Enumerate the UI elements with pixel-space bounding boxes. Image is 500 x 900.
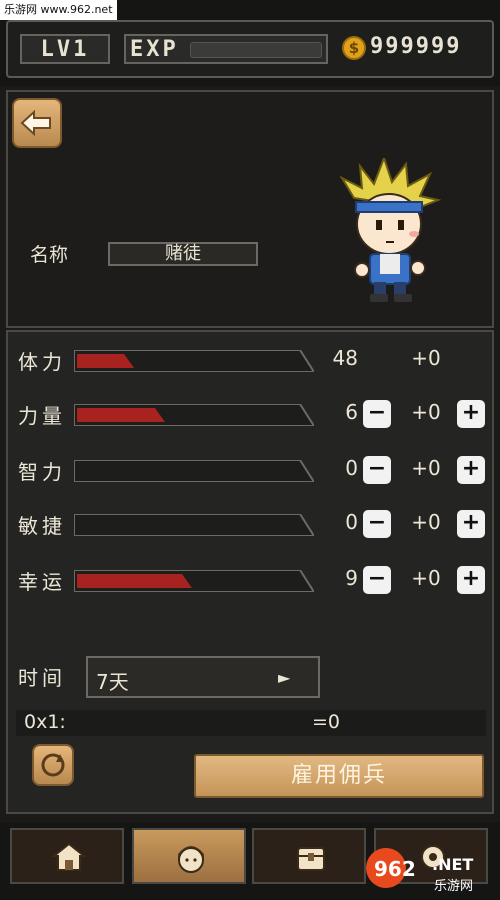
time-value: 7天 [96, 670, 129, 694]
back-arrow-icon [20, 109, 51, 137]
level-badge: LV1 [20, 34, 110, 64]
refresh-button[interactable] [32, 744, 74, 786]
stat-bonus: +0 [411, 400, 441, 424]
back-button[interactable] [12, 98, 62, 148]
cost-row: 0x1: =0 [16, 710, 486, 736]
refresh-icon [41, 753, 65, 777]
top-status-frame: LV1 EXP $ 999999 [6, 20, 494, 78]
stat-row: 智力 0− + +0 [8, 454, 492, 488]
stat-row: 敏捷 0− + +0 [8, 508, 492, 542]
coin-icon: $ [342, 36, 366, 60]
time-selector[interactable]: 7天 ► [86, 656, 320, 698]
stat-bar [74, 404, 314, 426]
stat-value: 0 [345, 456, 358, 480]
stat-bonus: +0 [411, 510, 441, 534]
character-panel: 名称 赌徒 [6, 90, 494, 328]
stat-bonus: +0 [411, 456, 441, 480]
stat-bar [74, 570, 314, 592]
site-watermark-logo: 962 .NET 乐游网 [366, 848, 473, 894]
stat-bar [74, 514, 314, 536]
nav-inventory-button[interactable] [252, 828, 366, 884]
stat-increase-button[interactable]: + [457, 400, 485, 428]
watermark-site-name: 乐游网 [434, 879, 473, 894]
stat-increase-button[interactable]: + [457, 566, 485, 594]
stat-bonus: +0 [411, 566, 441, 590]
stat-decrease-button[interactable]: − [363, 400, 391, 428]
stat-label: 智力 [18, 460, 66, 484]
watermark-top: 乐游网 www.962.net [0, 0, 117, 20]
stat-value: 9 [345, 566, 358, 590]
stat-bar [74, 460, 314, 482]
gold-amount: 999999 [370, 34, 462, 59]
nav-hero-button[interactable] [132, 828, 246, 884]
stat-label: 敏捷 [18, 514, 66, 538]
stat-decrease-button[interactable]: − [363, 566, 391, 594]
stat-value: 0 [345, 510, 358, 534]
watermark-logo-number: 962 [374, 857, 416, 881]
stat-label: 幸运 [18, 570, 66, 594]
stat-decrease-button[interactable]: − [363, 510, 391, 538]
mercenary-portrait [339, 158, 442, 302]
stat-row: 体力 48 +0 [8, 344, 492, 378]
house-icon [51, 842, 87, 871]
stat-value: 6 [345, 400, 358, 424]
stats-panel: 体力 48 +0 力量 6− + +0 智力 0− + +0 敏捷 0− + +0 幸运 9− + +0 时间 7天… [6, 330, 494, 814]
stat-bar [74, 350, 314, 372]
hire-mercenary-button[interactable]: 雇用佣兵 [194, 754, 484, 798]
name-field[interactable]: 赌徒 [108, 242, 258, 266]
exp-label: EXP [130, 37, 179, 62]
stat-decrease-button[interactable]: − [363, 456, 391, 484]
stat-row: 力量 6− + +0 [8, 398, 492, 432]
cost-formula: 0x1: [24, 711, 66, 733]
exp-panel: EXP [124, 34, 328, 64]
stat-increase-button[interactable]: + [457, 456, 485, 484]
time-next-arrow-icon[interactable]: ► [278, 668, 290, 687]
name-label: 名称 [30, 244, 69, 266]
stat-row: 幸运 9− + +0 [8, 564, 492, 598]
hero-face-icon [178, 846, 204, 873]
stat-label: 体力 [18, 350, 66, 374]
stat-increase-button[interactable]: + [457, 510, 485, 538]
cost-total: =0 [312, 711, 341, 733]
stat-label: 力量 [18, 404, 66, 428]
time-label: 时间 [18, 666, 66, 690]
stat-bonus: +0 [411, 346, 441, 370]
exp-bar [190, 42, 322, 58]
chest-icon [297, 847, 325, 871]
watermark-logo-tld: .NET [432, 855, 473, 874]
nav-home-button[interactable] [10, 828, 124, 884]
stat-value: 48 [332, 346, 358, 370]
